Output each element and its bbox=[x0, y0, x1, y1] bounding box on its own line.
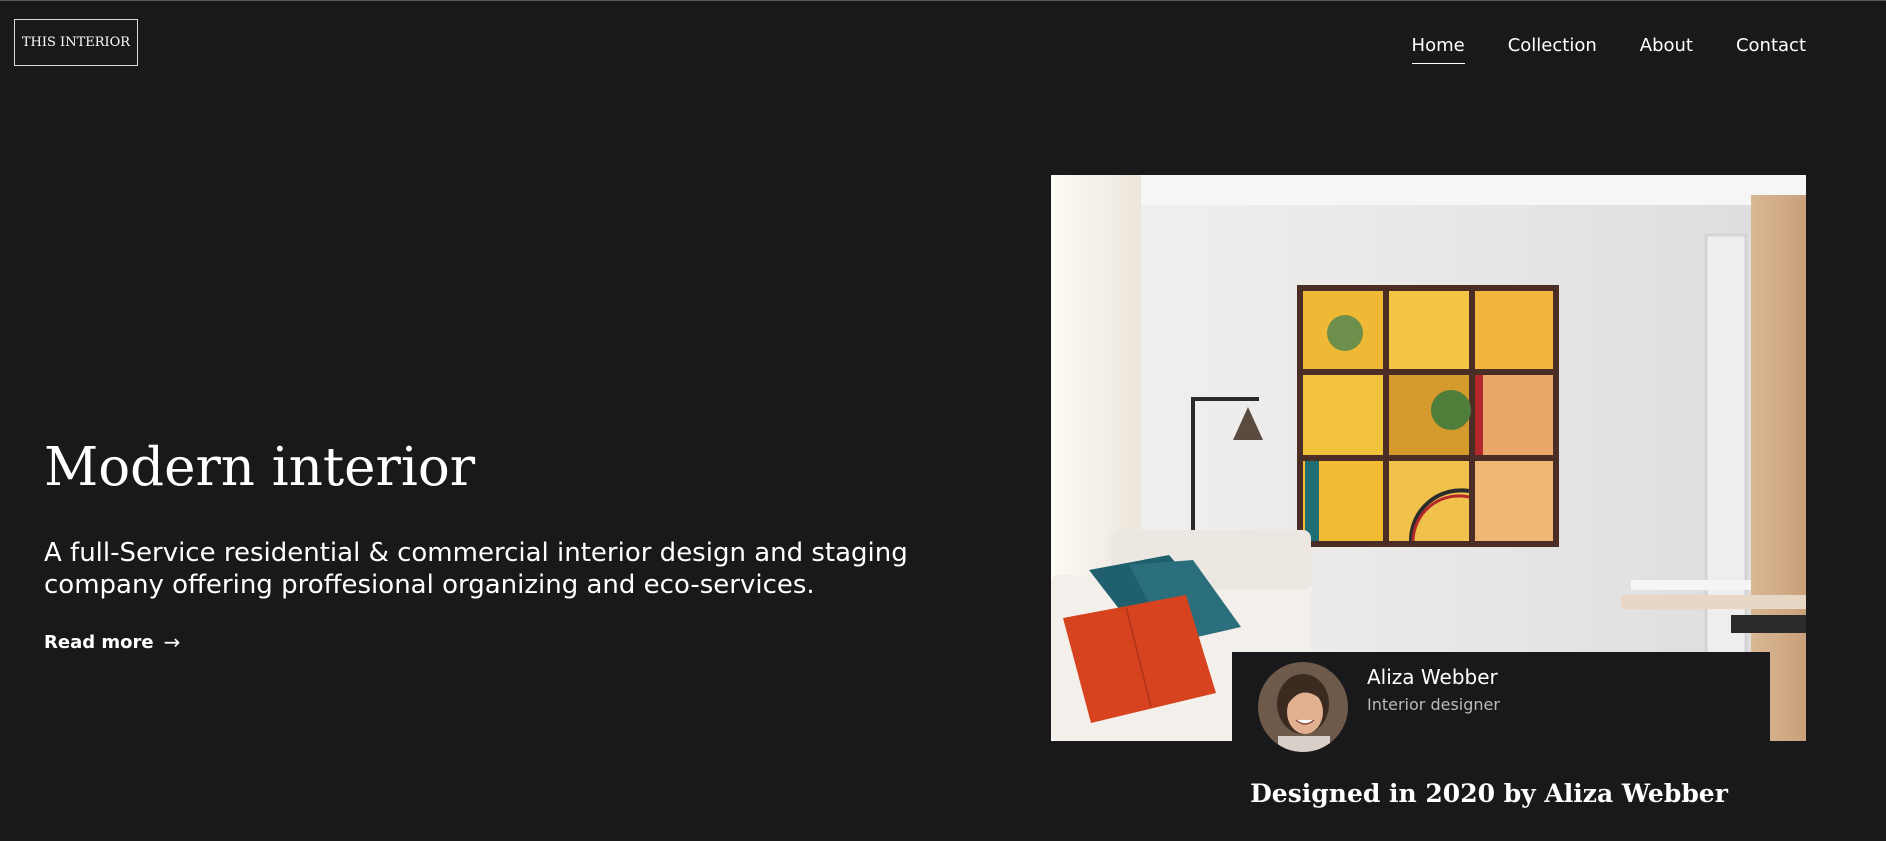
logo-text: THIS INTERIOR bbox=[21, 35, 131, 50]
arrow-right-icon: → bbox=[163, 630, 181, 654]
design-credit: Designed in 2020 by Aliza Webber bbox=[1250, 779, 1728, 808]
nav-home[interactable]: Home bbox=[1411, 35, 1465, 64]
designer-avatar bbox=[1258, 662, 1348, 752]
main-nav: Home Collection About Contact bbox=[1411, 35, 1806, 64]
designer-role: Interior designer bbox=[1367, 695, 1500, 714]
designer-card: Aliza Webber Interior designer Designed … bbox=[1232, 652, 1770, 841]
logo[interactable]: THIS INTERIOR bbox=[14, 19, 138, 66]
nav-collection[interactable]: Collection bbox=[1508, 35, 1597, 64]
read-more-link[interactable]: Read more → bbox=[44, 630, 180, 654]
nav-contact[interactable]: Contact bbox=[1736, 35, 1806, 64]
designer-name: Aliza Webber bbox=[1367, 665, 1498, 689]
nav-about[interactable]: About bbox=[1640, 35, 1693, 64]
read-more-label: Read more bbox=[44, 631, 154, 653]
hero-description: A full-Service residential & commercial … bbox=[44, 538, 908, 600]
hero-title: Modern interior bbox=[44, 437, 476, 498]
page: THIS INTERIOR Home Collection About Cont… bbox=[0, 0, 1886, 841]
